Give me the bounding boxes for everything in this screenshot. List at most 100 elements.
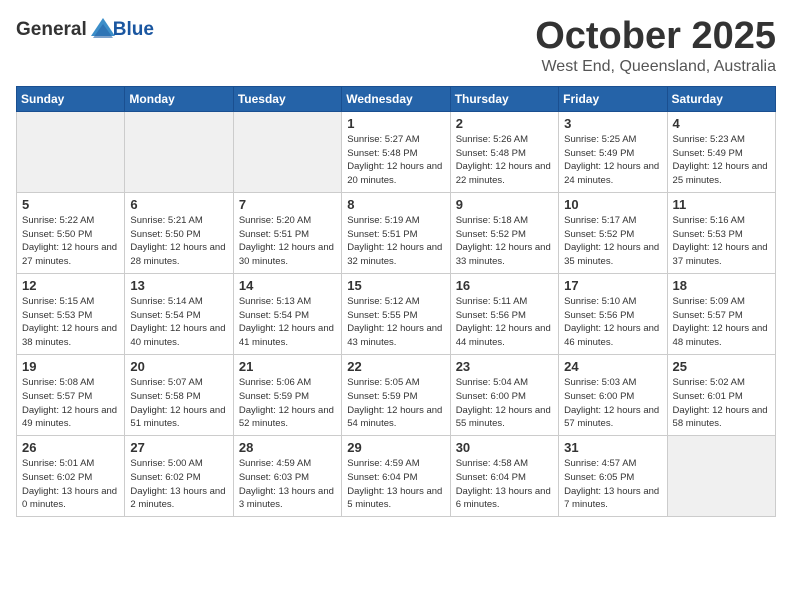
day-info: Sunrise: 5:11 AMSunset: 5:56 PMDaylight:… bbox=[456, 295, 553, 350]
day-cell: 28 Sunrise: 4:59 AMSunset: 6:03 PMDayligh… bbox=[233, 436, 341, 517]
day-number: 3 bbox=[564, 116, 661, 131]
day-cell: 15 Sunrise: 5:12 AMSunset: 5:55 PMDayligh… bbox=[342, 273, 450, 354]
day-number: 16 bbox=[456, 278, 553, 293]
week-row: 12 Sunrise: 5:15 AMSunset: 5:53 PMDayligh… bbox=[17, 273, 776, 354]
day-number: 31 bbox=[564, 440, 661, 455]
empty-cell bbox=[125, 111, 233, 192]
day-info: Sunrise: 5:19 AMSunset: 5:51 PMDaylight:… bbox=[347, 214, 444, 269]
day-info: Sunrise: 5:15 AMSunset: 5:53 PMDaylight:… bbox=[22, 295, 119, 350]
day-info: Sunrise: 5:26 AMSunset: 5:48 PMDaylight:… bbox=[456, 133, 553, 188]
day-number: 1 bbox=[347, 116, 444, 131]
day-header-sunday: Sunday bbox=[17, 86, 125, 111]
day-cell: 6 Sunrise: 5:21 AMSunset: 5:50 PMDaylight… bbox=[125, 192, 233, 273]
logo: General Blue bbox=[16, 16, 154, 44]
day-number: 19 bbox=[22, 359, 119, 374]
day-cell: 16 Sunrise: 5:11 AMSunset: 5:56 PMDayligh… bbox=[450, 273, 558, 354]
day-cell: 17Sunrise: 5:10 AMSunset: 5:56 PMDayligh… bbox=[559, 273, 667, 354]
day-cell: 26Sunrise: 5:01 AMSunset: 6:02 PMDayligh… bbox=[17, 436, 125, 517]
empty-cell bbox=[667, 436, 775, 517]
day-info: Sunrise: 5:00 AMSunset: 6:02 PMDaylight:… bbox=[130, 457, 227, 512]
week-row: 26Sunrise: 5:01 AMSunset: 6:02 PMDayligh… bbox=[17, 436, 776, 517]
day-number: 14 bbox=[239, 278, 336, 293]
calendar-table: SundayMondayTuesdayWednesdayThursdayFrid… bbox=[16, 86, 776, 517]
day-header-thursday: Thursday bbox=[450, 86, 558, 111]
day-cell: 25 Sunrise: 5:02 AMSunset: 6:01 PMDayligh… bbox=[667, 354, 775, 435]
day-number: 21 bbox=[239, 359, 336, 374]
calendar-header-row: SundayMondayTuesdayWednesdayThursdayFrid… bbox=[17, 86, 776, 111]
day-header-wednesday: Wednesday bbox=[342, 86, 450, 111]
day-cell: 5 Sunrise: 5:22 AMSunset: 5:50 PMDaylight… bbox=[17, 192, 125, 273]
day-info: Sunrise: 5:03 AMSunset: 6:00 PMDaylight:… bbox=[564, 376, 661, 431]
day-number: 8 bbox=[347, 197, 444, 212]
day-cell: 4Sunrise: 5:23 AMSunset: 5:49 PMDaylight… bbox=[667, 111, 775, 192]
header: General Blue October 2025 West End, Quee… bbox=[16, 16, 776, 76]
day-number: 13 bbox=[130, 278, 227, 293]
day-cell: 13Sunrise: 5:14 AMSunset: 5:54 PMDayligh… bbox=[125, 273, 233, 354]
day-number: 12 bbox=[22, 278, 119, 293]
day-number: 4 bbox=[673, 116, 770, 131]
day-info: Sunrise: 4:57 AMSunset: 6:05 PMDaylight:… bbox=[564, 457, 661, 512]
logo-general: General bbox=[16, 19, 87, 41]
month-title: October 2025 bbox=[535, 16, 776, 58]
day-info: Sunrise: 5:01 AMSunset: 6:02 PMDaylight:… bbox=[22, 457, 119, 512]
day-number: 15 bbox=[347, 278, 444, 293]
day-cell: 12 Sunrise: 5:15 AMSunset: 5:53 PMDayligh… bbox=[17, 273, 125, 354]
day-number: 27 bbox=[130, 440, 227, 455]
day-cell: 29 Sunrise: 4:59 AMSunset: 6:04 PMDayligh… bbox=[342, 436, 450, 517]
day-cell: 22Sunrise: 5:05 AMSunset: 5:59 PMDayligh… bbox=[342, 354, 450, 435]
day-number: 25 bbox=[673, 359, 770, 374]
day-info: Sunrise: 5:20 AMSunset: 5:51 PMDaylight:… bbox=[239, 214, 336, 269]
day-cell: 19 Sunrise: 5:08 AMSunset: 5:57 PMDayligh… bbox=[17, 354, 125, 435]
week-row: 19 Sunrise: 5:08 AMSunset: 5:57 PMDayligh… bbox=[17, 354, 776, 435]
day-info: Sunrise: 4:59 AMSunset: 6:04 PMDaylight:… bbox=[347, 457, 444, 512]
day-cell: 1 Sunrise: 5:27 AMSunset: 5:48 PMDaylight… bbox=[342, 111, 450, 192]
day-number: 30 bbox=[456, 440, 553, 455]
day-number: 29 bbox=[347, 440, 444, 455]
day-cell: 7 Sunrise: 5:20 AMSunset: 5:51 PMDaylight… bbox=[233, 192, 341, 273]
day-number: 11 bbox=[673, 197, 770, 212]
day-info: Sunrise: 5:04 AMSunset: 6:00 PMDaylight:… bbox=[456, 376, 553, 431]
day-info: Sunrise: 5:08 AMSunset: 5:57 PMDaylight:… bbox=[22, 376, 119, 431]
day-cell: 2Sunrise: 5:26 AMSunset: 5:48 PMDaylight… bbox=[450, 111, 558, 192]
day-info: Sunrise: 5:09 AMSunset: 5:57 PMDaylight:… bbox=[673, 295, 770, 350]
day-cell: 30 Sunrise: 4:58 AMSunset: 6:04 PMDayligh… bbox=[450, 436, 558, 517]
day-info: Sunrise: 5:17 AMSunset: 5:52 PMDaylight:… bbox=[564, 214, 661, 269]
location-subtitle: West End, Queensland, Australia bbox=[535, 58, 776, 76]
day-header-monday: Monday bbox=[125, 86, 233, 111]
day-info: Sunrise: 5:06 AMSunset: 5:59 PMDaylight:… bbox=[239, 376, 336, 431]
day-number: 6 bbox=[130, 197, 227, 212]
day-cell: 31 Sunrise: 4:57 AMSunset: 6:05 PMDayligh… bbox=[559, 436, 667, 517]
day-cell: 10 Sunrise: 5:17 AMSunset: 5:52 PMDayligh… bbox=[559, 192, 667, 273]
day-cell: 18 Sunrise: 5:09 AMSunset: 5:57 PMDayligh… bbox=[667, 273, 775, 354]
week-row: 1 Sunrise: 5:27 AMSunset: 5:48 PMDaylight… bbox=[17, 111, 776, 192]
day-number: 23 bbox=[456, 359, 553, 374]
day-info: Sunrise: 4:59 AMSunset: 6:03 PMDaylight:… bbox=[239, 457, 336, 512]
empty-cell bbox=[17, 111, 125, 192]
day-number: 28 bbox=[239, 440, 336, 455]
day-info: Sunrise: 5:25 AMSunset: 5:49 PMDaylight:… bbox=[564, 133, 661, 188]
day-info: Sunrise: 5:02 AMSunset: 6:01 PMDaylight:… bbox=[673, 376, 770, 431]
week-row: 5 Sunrise: 5:22 AMSunset: 5:50 PMDaylight… bbox=[17, 192, 776, 273]
day-number: 20 bbox=[130, 359, 227, 374]
day-number: 5 bbox=[22, 197, 119, 212]
day-cell: 8 Sunrise: 5:19 AMSunset: 5:51 PMDaylight… bbox=[342, 192, 450, 273]
day-info: Sunrise: 4:58 AMSunset: 6:04 PMDaylight:… bbox=[456, 457, 553, 512]
day-number: 7 bbox=[239, 197, 336, 212]
day-info: Sunrise: 5:21 AMSunset: 5:50 PMDaylight:… bbox=[130, 214, 227, 269]
logo-blue: Blue bbox=[113, 19, 154, 41]
day-info: Sunrise: 5:12 AMSunset: 5:55 PMDaylight:… bbox=[347, 295, 444, 350]
day-info: Sunrise: 5:27 AMSunset: 5:48 PMDaylight:… bbox=[347, 133, 444, 188]
day-number: 18 bbox=[673, 278, 770, 293]
day-info: Sunrise: 5:13 AMSunset: 5:54 PMDaylight:… bbox=[239, 295, 336, 350]
day-info: Sunrise: 5:22 AMSunset: 5:50 PMDaylight:… bbox=[22, 214, 119, 269]
day-cell: 11Sunrise: 5:16 AMSunset: 5:53 PMDayligh… bbox=[667, 192, 775, 273]
day-number: 17 bbox=[564, 278, 661, 293]
day-cell: 24Sunrise: 5:03 AMSunset: 6:00 PMDayligh… bbox=[559, 354, 667, 435]
day-header-tuesday: Tuesday bbox=[233, 86, 341, 111]
day-cell: 27 Sunrise: 5:00 AMSunset: 6:02 PMDayligh… bbox=[125, 436, 233, 517]
day-info: Sunrise: 5:18 AMSunset: 5:52 PMDaylight:… bbox=[456, 214, 553, 269]
day-number: 10 bbox=[564, 197, 661, 212]
title-block: October 2025 West End, Queensland, Austr… bbox=[535, 16, 776, 76]
day-cell: 14 Sunrise: 5:13 AMSunset: 5:54 PMDayligh… bbox=[233, 273, 341, 354]
day-cell: 23 Sunrise: 5:04 AMSunset: 6:00 PMDayligh… bbox=[450, 354, 558, 435]
